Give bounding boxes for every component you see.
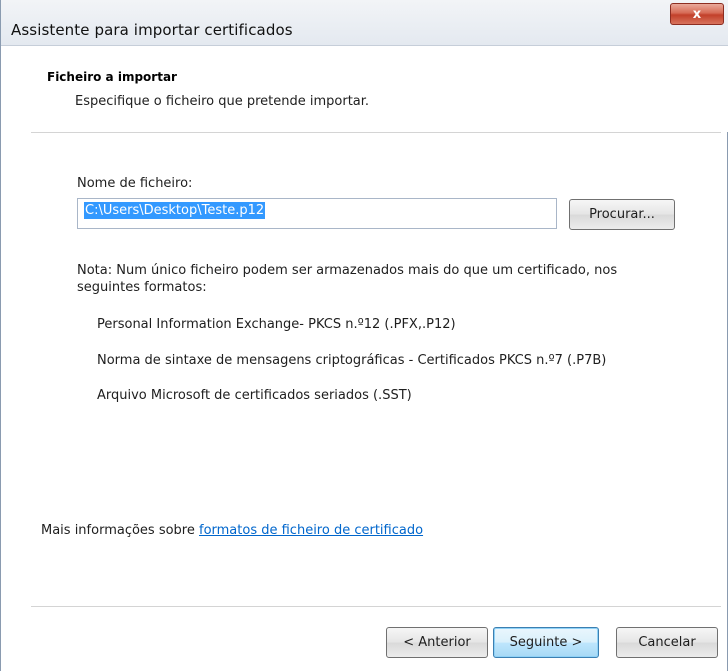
file-name-label: Nome de ficheiro: xyxy=(77,176,193,191)
more-info-prefix: Mais informações sobre xyxy=(41,523,199,538)
close-icon: x xyxy=(692,6,702,22)
certificate-formats-link[interactable]: formatos de ficheiro de certificado xyxy=(199,523,423,538)
close-button[interactable]: x xyxy=(670,3,724,25)
back-button[interactable]: < Anterior xyxy=(386,627,488,658)
footer-divider xyxy=(31,606,721,608)
next-button[interactable]: Seguinte > xyxy=(493,627,599,658)
import-certificate-wizard: Assistente para importar certificados x … xyxy=(0,0,728,671)
file-name-value[interactable]: C:\Users\Desktop\Teste.p12 xyxy=(84,202,266,219)
header-divider xyxy=(31,132,721,134)
page-title: Ficheiro a importar xyxy=(47,70,177,84)
format-item-sst: Arquivo Microsoft de certificados seriad… xyxy=(97,388,412,403)
wizard-header: Ficheiro a importar Especifique o fichei… xyxy=(1,46,728,132)
title-bar: Assistente para importar certificados x xyxy=(1,0,728,46)
browse-button[interactable]: Procurar... xyxy=(569,199,675,230)
cancel-button[interactable]: Cancelar xyxy=(616,627,718,658)
window-title: Assistente para importar certificados xyxy=(11,21,293,39)
format-item-pfx: Personal Information Exchange- PKCS n.º1… xyxy=(97,317,456,332)
note-text: Nota: Num único ficheiro podem ser armaz… xyxy=(77,263,618,295)
more-info: Mais informações sobre formatos de fiche… xyxy=(41,523,423,538)
page-subtitle: Especifique o ficheiro que pretende impo… xyxy=(75,94,370,109)
format-item-p7b: Norma de sintaxe de mensagens criptográf… xyxy=(97,353,607,368)
file-name-input[interactable]: C:\Users\Desktop\Teste.p12 xyxy=(77,198,557,229)
